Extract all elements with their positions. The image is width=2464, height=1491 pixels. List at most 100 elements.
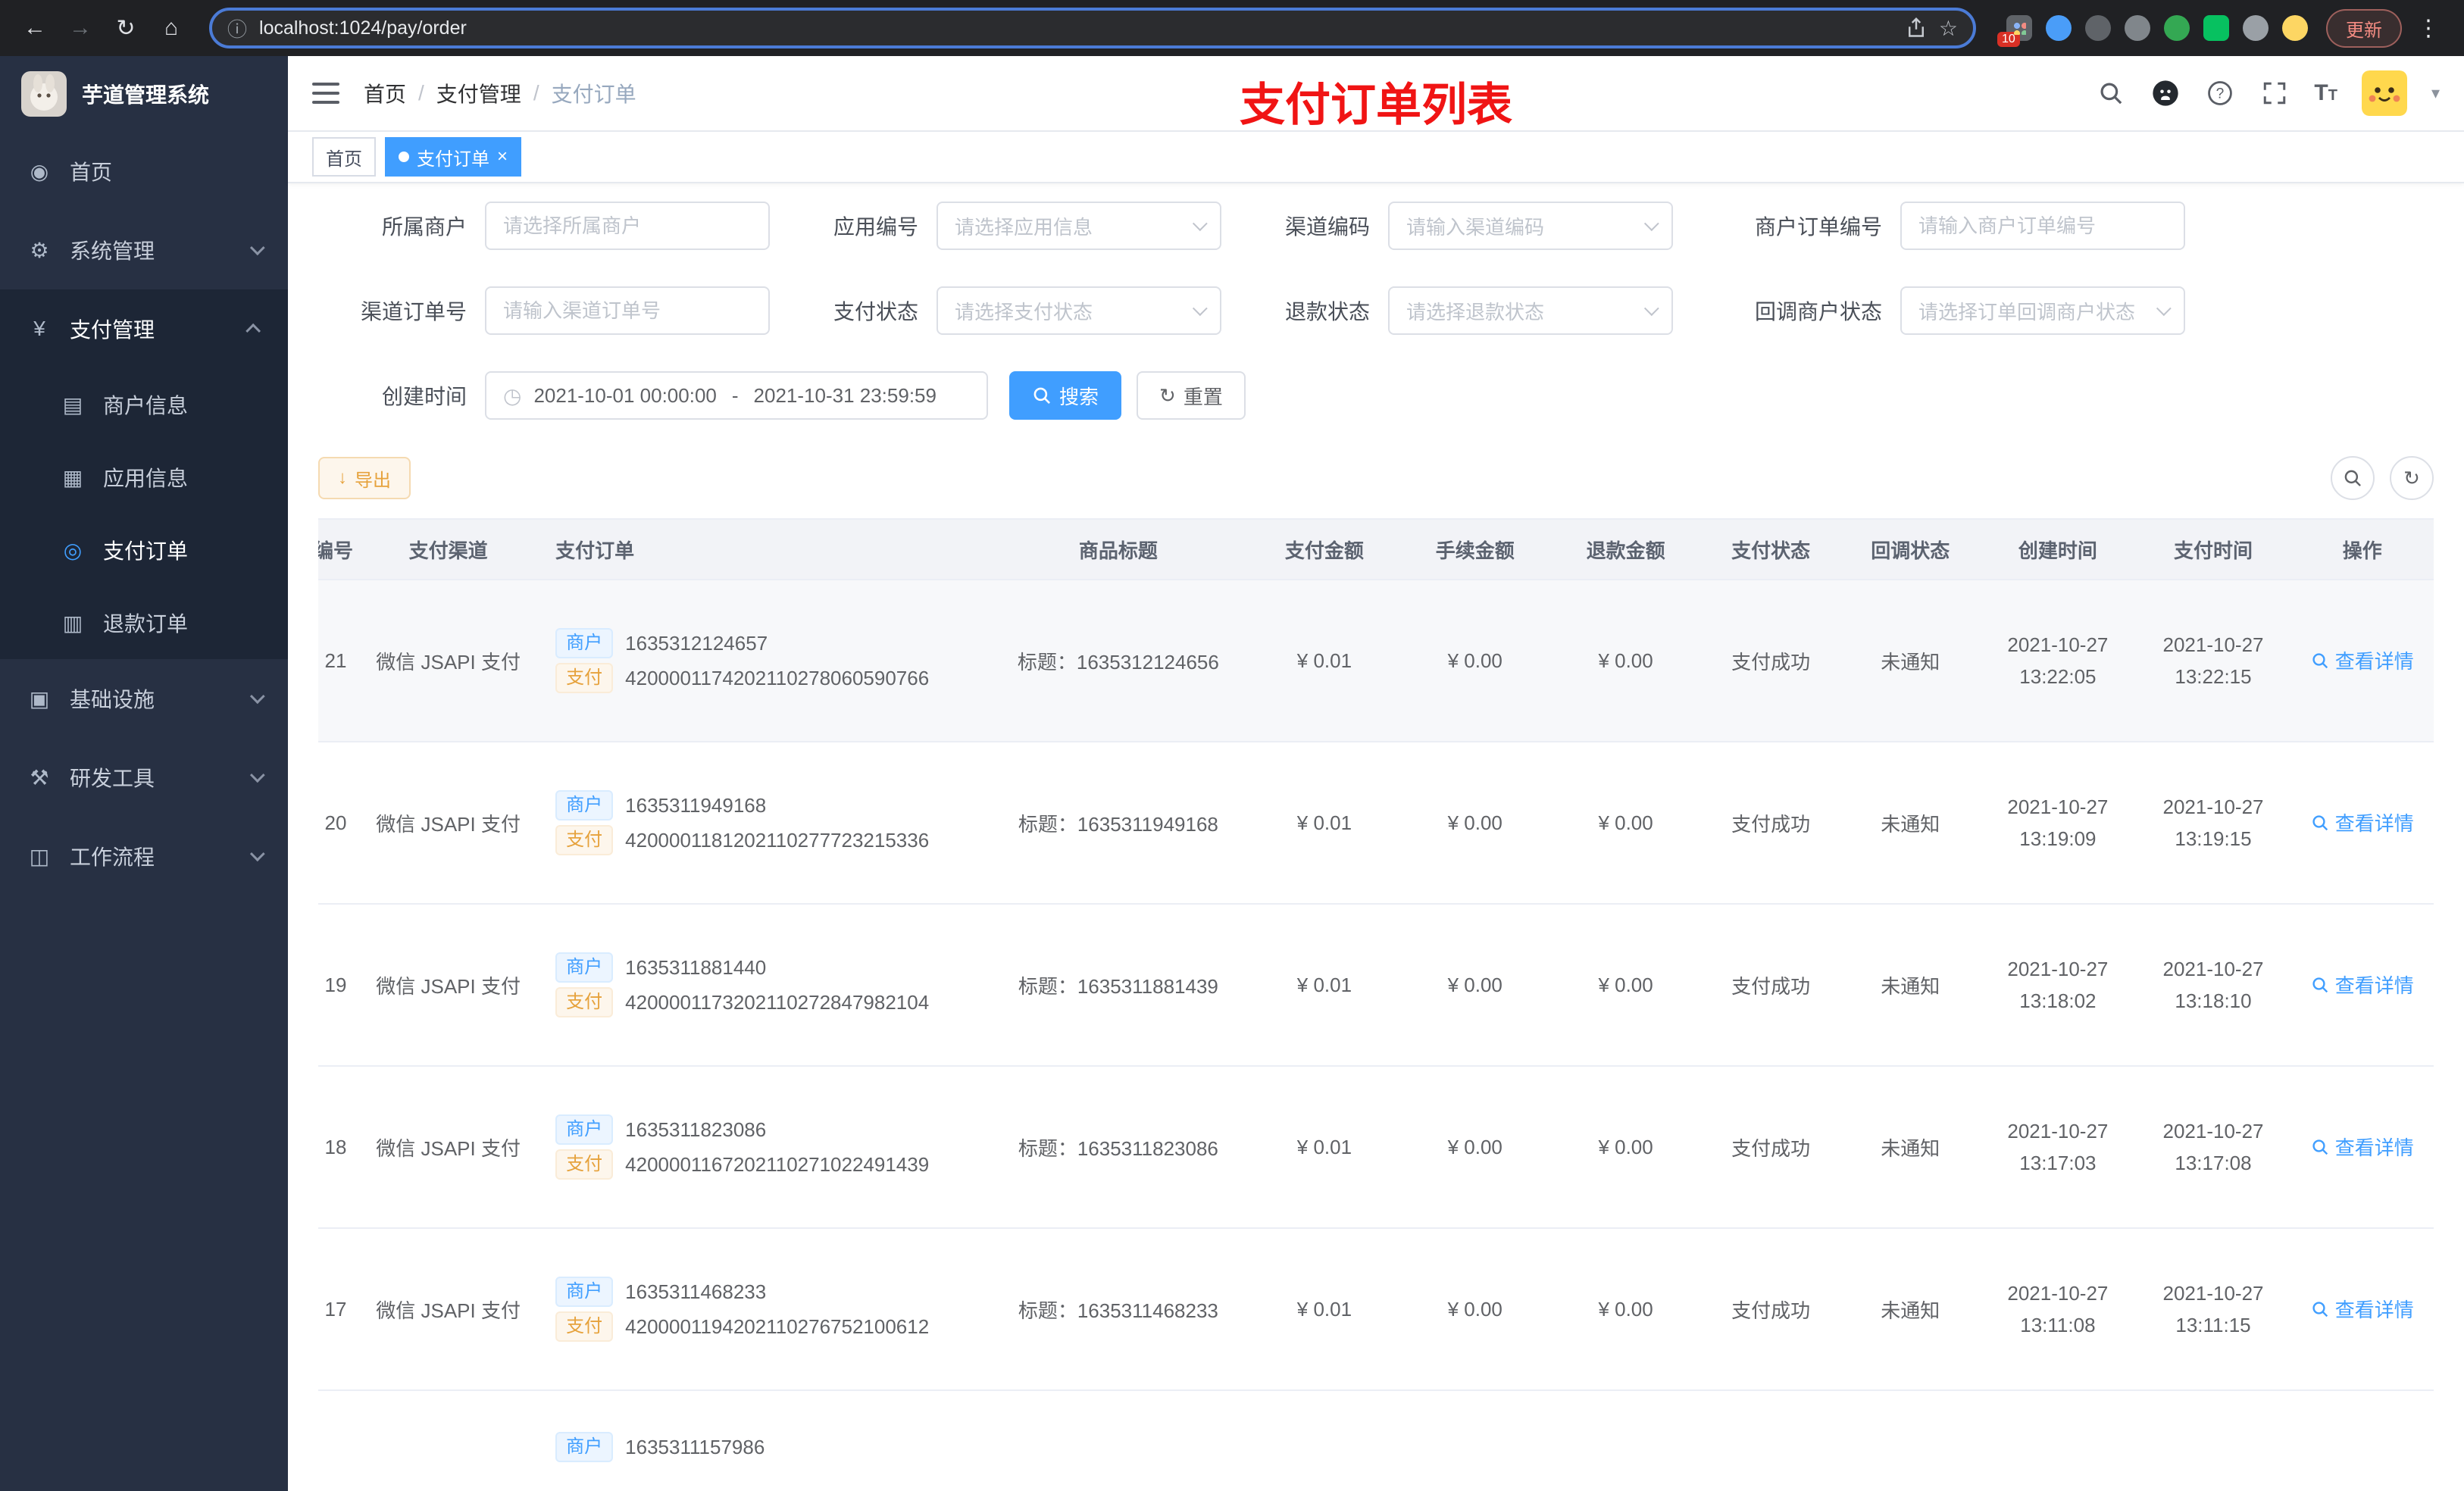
table-row: 19 微信 JSAPI 支付 商户 1635311881440 支付 42000… [318,904,2434,1067]
pay-line: 支付 4200001167202110271022491439 [555,1149,987,1180]
breadcrumb-payment[interactable]: 支付管理 [436,78,521,108]
briefcase-icon: ◫ [29,844,50,868]
top-navbar: 首页 / 支付管理 / 支付订单 支付订单列表 ? TT ▾ [288,56,2464,132]
cell-order: 商户 1635311157986 [543,1390,988,1491]
merchant-order-no-input[interactable] [1900,202,2185,250]
sidebar-item-pay-order[interactable]: ◎ 支付订单 [0,514,288,586]
extension-icon-drop[interactable] [2046,15,2072,41]
browser-menu-icon[interactable]: ⋮ [2408,15,2449,42]
address-bar[interactable]: ⓘ localhost:1024/pay/order ☆ [209,8,1976,48]
cell-title: 标题：1635311823086 [987,1066,1249,1229]
filter-refund-status: 退款状态 请选择退款状态 [1282,286,1673,335]
cell-id: 17 [318,1228,354,1391]
user-menu-caret-icon[interactable]: ▾ [2431,83,2440,103]
extension-icon-green-circle[interactable] [2164,15,2190,41]
sidebar-item-payment[interactable]: ¥ 支付管理 [0,289,288,368]
app-select[interactable]: 请选择应用信息 [937,202,1221,250]
tag-home[interactable]: 首页 [312,137,376,177]
cell-paid: 2021-10-27 13:22:15 [2135,580,2291,742]
table-row: 20 微信 JSAPI 支付 商户 1635311949168 支付 42000… [318,742,2434,905]
browser-back-icon[interactable]: ← [15,8,55,48]
chevron-down-icon [249,767,265,783]
search-button[interactable]: 搜索 [1009,371,1122,420]
sidebar-item-system[interactable]: ⚙ 系统管理 [0,211,288,289]
cell-channel [353,1390,544,1491]
view-detail-link[interactable]: 查看详情 [2311,808,2414,836]
sidebar-item-dev-tools[interactable]: ⚒ 研发工具 [0,738,288,817]
bookmark-star-icon[interactable]: ☆ [1939,16,1958,41]
chevron-down-icon [2156,301,2172,317]
breadcrumb-home[interactable]: 首页 [364,78,406,108]
cell-order: 商户 1635311823086 支付 42000011672021102710… [543,1066,988,1229]
cell-fee: ¥ 0.00 [1399,1066,1551,1229]
extension-icon-reader[interactable] [2203,15,2229,41]
search-icon[interactable] [2096,78,2126,108]
help-icon[interactable]: ? [2205,78,2235,108]
tag-pay-order[interactable]: 支付订单 × [385,137,522,177]
pay-status-select[interactable]: 请选择支付状态 [937,286,1221,335]
col-actions: 操作 [2290,518,2434,580]
sidebar-item-app-info[interactable]: ▦ 应用信息 [0,441,288,514]
font-size-icon[interactable]: TT [2314,80,2337,106]
url-text[interactable]: localhost:1024/pay/order [259,17,467,39]
date-range-picker[interactable]: ◷ 2021-10-01 00:00:00 - 2021-10-31 23:59… [485,371,988,420]
merchant-input[interactable] [485,202,770,250]
browser-forward-icon[interactable]: → [61,8,100,48]
merchant-line: 商户 1635311823086 [555,1114,987,1145]
cell-created: 2021-10-27 13:11:08 [1980,1228,2136,1391]
pay-badge: 支付 [555,987,614,1017]
profile-avatar-icon[interactable] [2282,15,2308,41]
extension-icon-puzzle[interactable] [2243,15,2269,41]
close-tag-icon[interactable]: × [497,148,508,166]
browser-reload-icon[interactable]: ↻ [106,8,145,48]
refresh-table-button[interactable]: ↻ [2390,456,2434,500]
extension-icon-dark[interactable] [2085,15,2111,41]
yen-icon: ¥ [33,317,45,340]
share-icon[interactable] [1906,17,1927,39]
sidebar-item-home[interactable]: ◉ 首页 [0,132,288,211]
github-icon[interactable] [2150,78,2181,108]
toggle-search-button[interactable] [2331,456,2375,500]
pay-badge: 支付 [555,1311,614,1342]
sidebar-item-merchant-info[interactable]: ▤ 商户信息 [0,368,288,441]
sidebar-item-workflow[interactable]: ◫ 工作流程 [0,817,288,896]
col-amount: 支付金额 [1249,518,1400,580]
channel-order-no-input[interactable] [485,286,770,335]
sidebar-item-refund-order[interactable]: ▥ 退款订单 [0,586,288,659]
table-toolbar: ↓ 导出 ↻ [318,456,2434,500]
cell-notify [1840,1390,1981,1491]
extension-icon-gray[interactable] [2125,15,2150,41]
table-row: 18 微信 JSAPI 支付 商户 1635311823086 支付 42000… [318,1066,2434,1229]
reset-button[interactable]: ↻ 重置 [1137,371,1246,420]
refund-status-select[interactable]: 请选择退款状态 [1388,286,1673,335]
view-detail-link[interactable]: 查看详情 [2311,1295,2414,1323]
channel-code-select[interactable]: 请输入渠道编码 [1388,202,1673,250]
view-detail-link[interactable]: 查看详情 [2311,1133,2414,1161]
cell-channel: 微信 JSAPI 支付 [353,742,544,905]
user-avatar[interactable] [2361,70,2407,116]
date-start[interactable]: 2021-10-01 00:00:00 [533,384,716,408]
logo[interactable]: 芋道管理系统 [0,56,288,132]
fullscreen-icon[interactable] [2259,78,2290,108]
notify-status-select[interactable]: 请选择订单回调商户状态 [1900,286,2185,335]
monitor-icon: ▣ [29,686,50,711]
pay-order-no: 4200001181202110277723215336 [625,828,930,852]
col-id: 编号 [318,518,354,580]
browser-chrome: ← → ↻ ⌂ ⓘ localhost:1024/pay/order ☆ 10 … [0,0,2464,56]
cell-title: 标题：1635312124656 [987,580,1249,742]
browser-update-button[interactable]: 更新 [2326,8,2402,48]
site-info-icon[interactable]: ⓘ [227,14,247,42]
browser-home-icon[interactable]: ⌂ [152,8,191,48]
date-end[interactable]: 2021-10-31 23:59:59 [754,384,937,408]
collapse-sidebar-icon[interactable] [312,83,339,104]
export-button[interactable]: ↓ 导出 [318,457,411,499]
cell-id: 21 [318,580,354,742]
table-body: 21 微信 JSAPI 支付 商户 1635312124657 支付 42000… [318,580,2434,1491]
sidebar-item-infrastructure[interactable]: ▣ 基础设施 [0,659,288,738]
extension-icon-grid[interactable]: 10 [1997,15,2032,47]
view-detail-link[interactable]: 查看详情 [2311,646,2414,674]
view-detail-link[interactable]: 查看详情 [2311,971,2414,999]
cell-created: 2021-10-27 13:18:02 [1980,904,2136,1067]
app-title: 芋道管理系统 [82,83,210,107]
target-icon: ◎ [63,538,83,562]
